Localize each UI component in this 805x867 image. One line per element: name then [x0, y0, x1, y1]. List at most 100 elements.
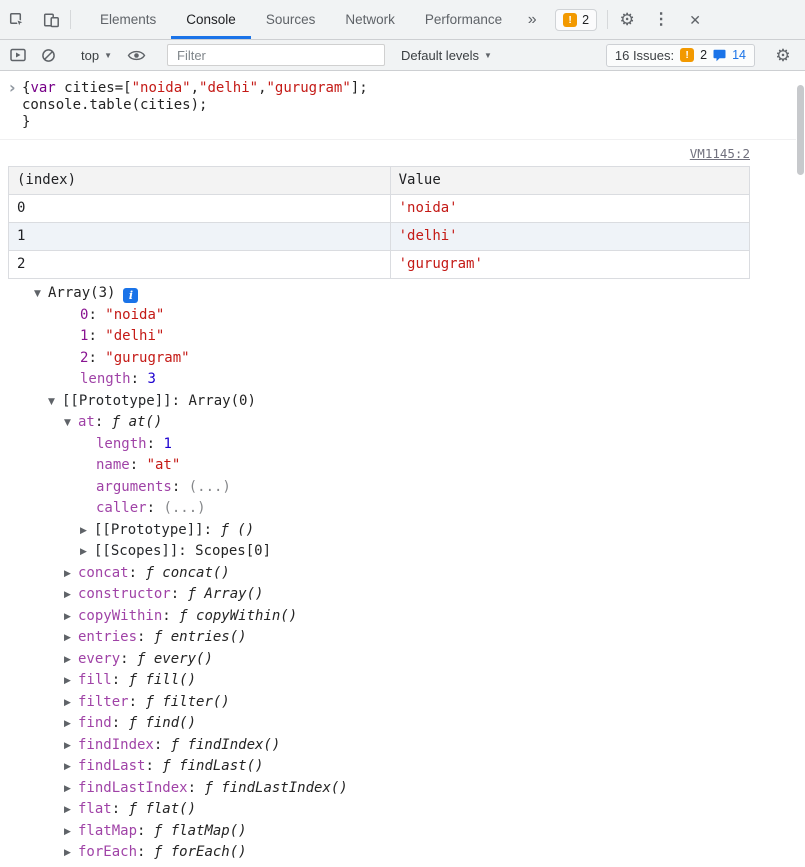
expand-toggle-icon[interactable]: ▼: [64, 413, 78, 435]
property-name: every: [78, 650, 121, 667]
devtools-tabbar: Elements Console Sources Network Performance…: [0, 0, 805, 40]
issues-summary-button[interactable]: 16 Issues: ! 2 14: [605, 43, 755, 67]
tree-row-find[interactable]: ▶ find: ƒ find(): [0, 713, 796, 735]
tree-row-1[interactable]: 1: "delhi": [0, 326, 796, 348]
key-value-separator: :: [120, 650, 138, 667]
tree-row-filter[interactable]: ▶ filter: ƒ filter(): [0, 692, 796, 714]
clear-console-icon: [41, 48, 55, 62]
property-value: ƒ concat(): [145, 564, 230, 581]
key-value-separator: :: [111, 801, 129, 817]
tree-row-concat[interactable]: ▶ concat: ƒ concat(): [0, 563, 796, 585]
tree-row-caller[interactable]: caller: (...): [0, 498, 796, 520]
expand-toggle-icon[interactable]: ▶: [80, 521, 94, 543]
tree-row-0[interactable]: 0: "noida": [0, 305, 796, 327]
property-name: flatMap: [78, 822, 138, 839]
tree-row-prototype[interactable]: ▼ [[Prototype]]: Array(0): [0, 391, 796, 413]
tree-row-findindex[interactable]: ▶ findIndex: ƒ findIndex(): [0, 735, 796, 757]
log-levels-selector[interactable]: Default levels ▼: [393, 48, 500, 63]
expand-toggle-icon[interactable]: ▶: [64, 822, 78, 844]
code-token: var: [30, 80, 56, 96]
property-value: ƒ every(): [137, 650, 213, 667]
expand-toggle-icon[interactable]: ▶: [64, 736, 78, 758]
property-value: ƒ fill(): [128, 672, 197, 688]
expand-toggle-icon[interactable]: ▼: [48, 392, 62, 414]
tree-row-entries[interactable]: ▶ entries: ƒ entries(): [0, 627, 796, 649]
tree-row-flat[interactable]: ▶ flat: ƒ flat(): [0, 799, 796, 821]
tree-row-findlastindex[interactable]: ▶ findLastIndex: ƒ findLastIndex(): [0, 778, 796, 800]
live-expression-button[interactable]: [122, 42, 150, 68]
context-selector[interactable]: top ▼: [73, 48, 120, 63]
filter-input[interactable]: [167, 44, 385, 66]
expand-toggle-icon[interactable]: ▶: [80, 542, 94, 564]
property-name: at: [78, 414, 95, 430]
property-value: ƒ copyWithin(): [179, 607, 298, 624]
close-icon: ✕: [689, 11, 701, 28]
settings-button[interactable]: ⚙: [610, 0, 644, 39]
expand-toggle-icon[interactable]: ▶: [64, 800, 78, 822]
tab-elements[interactable]: Elements: [85, 0, 171, 39]
tree-row-2[interactable]: 2: "gurugram": [0, 348, 796, 370]
clear-console-button[interactable]: [34, 42, 62, 68]
close-devtools-button[interactable]: ✕: [678, 0, 712, 39]
expand-toggle-icon[interactable]: ▼: [34, 284, 48, 306]
tree-row-fill[interactable]: ▶ fill: ƒ fill(): [0, 670, 796, 692]
value-cell: 'gurugram': [389, 250, 751, 279]
tree-row-findlast[interactable]: ▶ findLast: ƒ findLast(): [0, 756, 796, 778]
expand-toggle-icon[interactable]: ▶: [64, 585, 78, 607]
customize-menu-button[interactable]: ⋮: [644, 0, 678, 39]
tab-sources[interactable]: Sources: [251, 0, 331, 39]
tree-row-name[interactable]: name: "at": [0, 455, 796, 477]
expand-toggle-icon[interactable]: ▶: [64, 671, 78, 693]
property-name: arguments: [96, 478, 172, 495]
code-token: cities=[: [55, 80, 132, 96]
tree-row-at[interactable]: ▼ at: ƒ at(): [0, 412, 796, 434]
tree-row-root[interactable]: ▼ Array(3) i: [0, 283, 796, 305]
vertical-scrollbar[interactable]: [796, 72, 805, 867]
key-value-separator: :: [94, 414, 112, 430]
source-link[interactable]: VM1145:2: [690, 146, 750, 161]
tree-row-every[interactable]: ▶ every: ƒ every(): [0, 649, 796, 671]
expand-toggle-icon[interactable]: ▶: [64, 757, 78, 779]
key-value-separator: :: [145, 758, 163, 774]
gear-icon: ⚙: [775, 45, 791, 65]
tree-row-scopes[interactable]: ▶ [[Scopes]]: Scopes[0]: [0, 541, 796, 563]
console-settings-button[interactable]: ⚙: [769, 42, 797, 68]
expand-toggle-icon[interactable]: ▶: [64, 693, 78, 715]
tree-row-length[interactable]: length: 3: [0, 369, 796, 391]
expand-toggle-icon[interactable]: ▶: [64, 779, 78, 801]
column-header[interactable]: (index): [8, 166, 391, 195]
scrollbar-thumb[interactable]: [797, 85, 804, 175]
tab-network[interactable]: Network: [330, 0, 410, 39]
key-value-separator: :: [128, 693, 146, 710]
property-name: filter: [78, 693, 129, 710]
eye-icon: [127, 50, 145, 60]
tree-row-prototype[interactable]: ▶ [[Prototype]]: ƒ (): [0, 520, 796, 542]
tree-row-length[interactable]: length: 1: [0, 434, 796, 456]
property-name: constructor: [78, 586, 171, 602]
tree-row-constructor[interactable]: ▶ constructor: ƒ Array(): [0, 584, 796, 606]
device-toolbar-button[interactable]: [34, 0, 68, 39]
expand-toggle-icon[interactable]: ▶: [64, 714, 78, 736]
info-icon: i: [123, 288, 139, 303]
console-sidebar-toggle-button[interactable]: [4, 42, 32, 68]
tab-console[interactable]: Console: [171, 0, 251, 39]
issues-badge[interactable]: ! 2: [555, 8, 598, 31]
expand-toggle-icon[interactable]: ▶: [64, 564, 78, 586]
console-input-line: {var cities=["noida","delhi","gurugram"]…: [22, 80, 368, 97]
expand-toggle-icon[interactable]: ▶: [64, 607, 78, 629]
tree-row-arguments[interactable]: arguments: (...): [0, 477, 796, 499]
inspect-element-button[interactable]: [0, 0, 34, 39]
tree-row-copywithin[interactable]: ▶ copyWithin: ƒ copyWithin(): [0, 606, 796, 628]
tab-performance[interactable]: Performance: [410, 0, 517, 39]
property-value: 3: [147, 371, 156, 387]
tree-row-foreach[interactable]: ▶ forEach: ƒ forEach(): [0, 842, 796, 864]
expand-toggle-icon[interactable]: ▶: [64, 650, 78, 672]
tree-row-flatmap[interactable]: ▶ flatMap: ƒ flatMap(): [0, 821, 796, 843]
expand-toggle-icon[interactable]: ▶: [64, 628, 78, 650]
key-value-separator: :: [146, 500, 164, 516]
more-tabs-button[interactable]: »: [517, 0, 547, 39]
expand-toggle-icon[interactable]: ▶: [64, 843, 78, 865]
key-value-separator: :: [88, 328, 106, 344]
value-cell: 'delhi': [389, 222, 751, 251]
column-header[interactable]: Value: [389, 166, 751, 195]
